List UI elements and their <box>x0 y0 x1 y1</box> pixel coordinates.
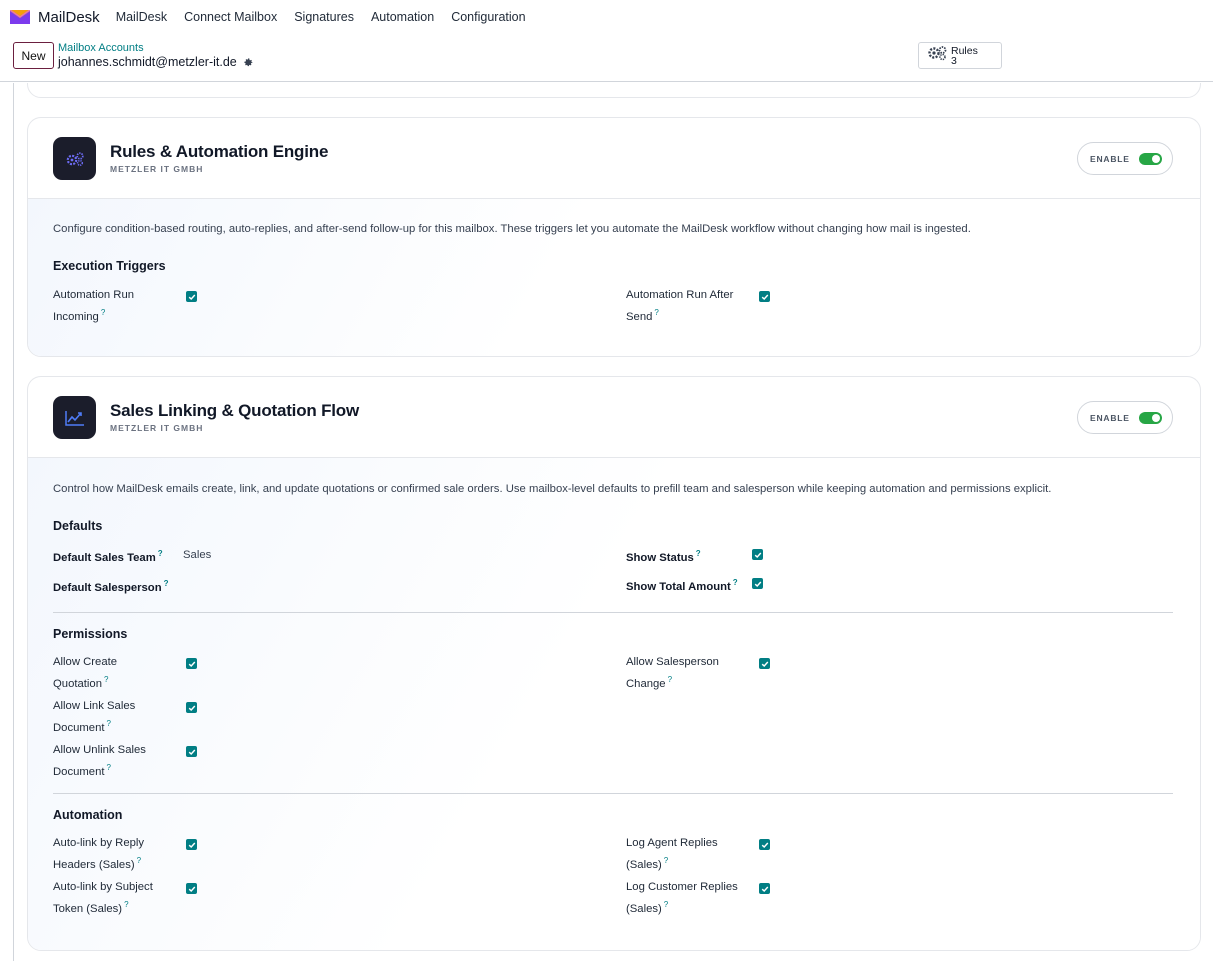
previous-card-fragment <box>27 83 1201 98</box>
mail-logo-icon <box>9 9 31 24</box>
help-icon[interactable]: ? <box>101 308 105 317</box>
checkbox-automation-run-incoming[interactable] <box>186 291 197 302</box>
field-label-auto-link-reply-headers: Auto-link by Reply Headers (Sales)? <box>53 837 145 871</box>
field-label-log-customer-replies: Log Customer Replies (Sales)? <box>626 881 738 915</box>
enable-label: ENABLE <box>1090 412 1130 423</box>
section-divider <box>53 612 1173 613</box>
checkbox-log-customer-replies[interactable] <box>759 883 770 894</box>
nav-item-connect-mailbox[interactable]: Connect Mailbox <box>184 10 277 24</box>
sales-linking-card: Sales Linking & Quotation Flow METZLER I… <box>27 376 1201 951</box>
checkbox-allow-create-quotation[interactable] <box>186 658 197 669</box>
record-title-text: johannes.schmidt@metzler-it.de <box>58 55 237 69</box>
default-sales-team-value[interactable]: Sales <box>183 549 211 561</box>
checkbox-allow-unlink-sales-document[interactable] <box>186 746 197 757</box>
card-body: Configure condition-based routing, auto-… <box>28 199 1200 356</box>
card-subtitle: METZLER IT GMBH <box>110 164 204 174</box>
section-title-execution-triggers: Execution Triggers <box>53 259 166 273</box>
enable-label: ENABLE <box>1090 153 1130 164</box>
field-label-default-sales-team: Default Sales Team? <box>53 549 163 564</box>
checkbox-show-status[interactable] <box>752 549 763 560</box>
help-icon[interactable]: ? <box>107 763 111 772</box>
field-label-allow-unlink-sales-document: Allow Unlink Sales Document? <box>53 744 146 778</box>
smart-button-count: 3 <box>951 54 957 67</box>
checkbox-auto-link-reply-headers[interactable] <box>186 839 197 850</box>
checkbox-log-agent-replies[interactable] <box>759 839 770 850</box>
gear-icon[interactable] <box>243 57 254 68</box>
field-label-automation-run-after-send: Automation Run After Send? <box>626 289 734 323</box>
gears-icon <box>927 45 947 66</box>
field-label-allow-link-sales-document: Allow Link Sales Document? <box>53 700 136 734</box>
help-icon[interactable]: ? <box>668 675 672 684</box>
field-label-show-total-amount: Show Total Amount? <box>626 578 738 593</box>
checkbox-allow-link-sales-document[interactable] <box>186 702 197 713</box>
section-divider <box>53 793 1173 794</box>
help-icon[interactable]: ? <box>696 549 701 558</box>
form-sheet: Rules & Automation Engine METZLER IT GMB… <box>0 83 1213 961</box>
nav-item-maildesk[interactable]: MailDesk <box>116 10 167 24</box>
nav-item-configuration[interactable]: Configuration <box>451 10 525 24</box>
checkbox-auto-link-subject-token[interactable] <box>186 883 197 894</box>
help-icon[interactable]: ? <box>654 308 658 317</box>
checkbox-show-total-amount[interactable] <box>752 578 763 589</box>
new-button[interactable]: New <box>13 42 54 69</box>
card-title: Sales Linking & Quotation Flow <box>110 401 360 420</box>
rules-smart-button[interactable]: Rules 3 <box>918 42 1002 69</box>
section-title-permissions: Permissions <box>53 627 128 641</box>
card-subtitle: METZLER IT GMBH <box>110 423 204 433</box>
checkbox-automation-run-after-send[interactable] <box>759 291 770 302</box>
enable-toggle-pill[interactable]: ENABLE <box>1077 142 1173 175</box>
rules-automation-card: Rules & Automation Engine METZLER IT GMB… <box>27 117 1201 357</box>
smart-button-text: Rules 3 <box>951 44 978 67</box>
field-label-automation-run-incoming: Automation Run Incoming? <box>53 289 135 323</box>
card-description: Configure condition-based routing, auto-… <box>53 223 971 235</box>
help-icon[interactable]: ? <box>664 856 668 865</box>
chart-line-icon <box>53 396 96 439</box>
record-title: johannes.schmidt@metzler-it.de <box>58 55 254 69</box>
checkbox-allow-salesperson-change[interactable] <box>759 658 770 669</box>
enable-toggle-pill[interactable]: ENABLE <box>1077 401 1173 434</box>
help-icon[interactable]: ? <box>137 856 141 865</box>
nav-item-automation[interactable]: Automation <box>371 10 434 24</box>
control-panel: New Mailbox Accounts johannes.schmidt@me… <box>0 34 1213 82</box>
card-body: Control how MailDesk emails create, link… <box>28 458 1200 950</box>
gears-icon <box>53 137 96 180</box>
section-title-automation: Automation <box>53 808 123 822</box>
field-label-auto-link-subject-token: Auto-link by Subject Token (Sales)? <box>53 881 153 915</box>
top-navbar: MailDesk MailDesk Connect Mailbox Signat… <box>0 0 1213 34</box>
help-icon[interactable]: ? <box>107 719 111 728</box>
smart-button-label: Rules <box>951 44 978 57</box>
nav-item-signatures[interactable]: Signatures <box>294 10 354 24</box>
field-label-allow-create-quotation: Allow Create Quotation? <box>53 656 118 690</box>
help-icon[interactable]: ? <box>104 675 108 684</box>
left-divider <box>13 83 14 961</box>
card-title: Rules & Automation Engine <box>110 142 329 161</box>
card-header: Sales Linking & Quotation Flow METZLER I… <box>28 377 1200 458</box>
section-title-defaults: Defaults <box>53 519 103 533</box>
enable-toggle[interactable] <box>1138 152 1162 165</box>
breadcrumb-mailbox-accounts[interactable]: Mailbox Accounts <box>58 42 144 54</box>
help-icon[interactable]: ? <box>124 900 128 909</box>
card-header: Rules & Automation Engine METZLER IT GMB… <box>28 118 1200 199</box>
field-label-allow-salesperson-change: Allow Salesperson Change? <box>626 656 719 690</box>
field-label-log-agent-replies: Log Agent Replies (Sales)? <box>626 837 718 871</box>
enable-toggle[interactable] <box>1138 411 1162 424</box>
help-icon[interactable]: ? <box>164 579 169 588</box>
brand[interactable]: MailDesk <box>9 8 100 26</box>
help-icon[interactable]: ? <box>733 578 738 587</box>
help-icon[interactable]: ? <box>664 900 668 909</box>
field-label-default-salesperson: Default Salesperson? <box>53 579 169 594</box>
default-salesperson-field[interactable] <box>183 579 383 593</box>
help-icon[interactable]: ? <box>158 549 163 558</box>
card-description: Control how MailDesk emails create, link… <box>53 483 1052 495</box>
field-label-show-status: Show Status? <box>626 549 701 564</box>
brand-name: MailDesk <box>38 8 100 26</box>
